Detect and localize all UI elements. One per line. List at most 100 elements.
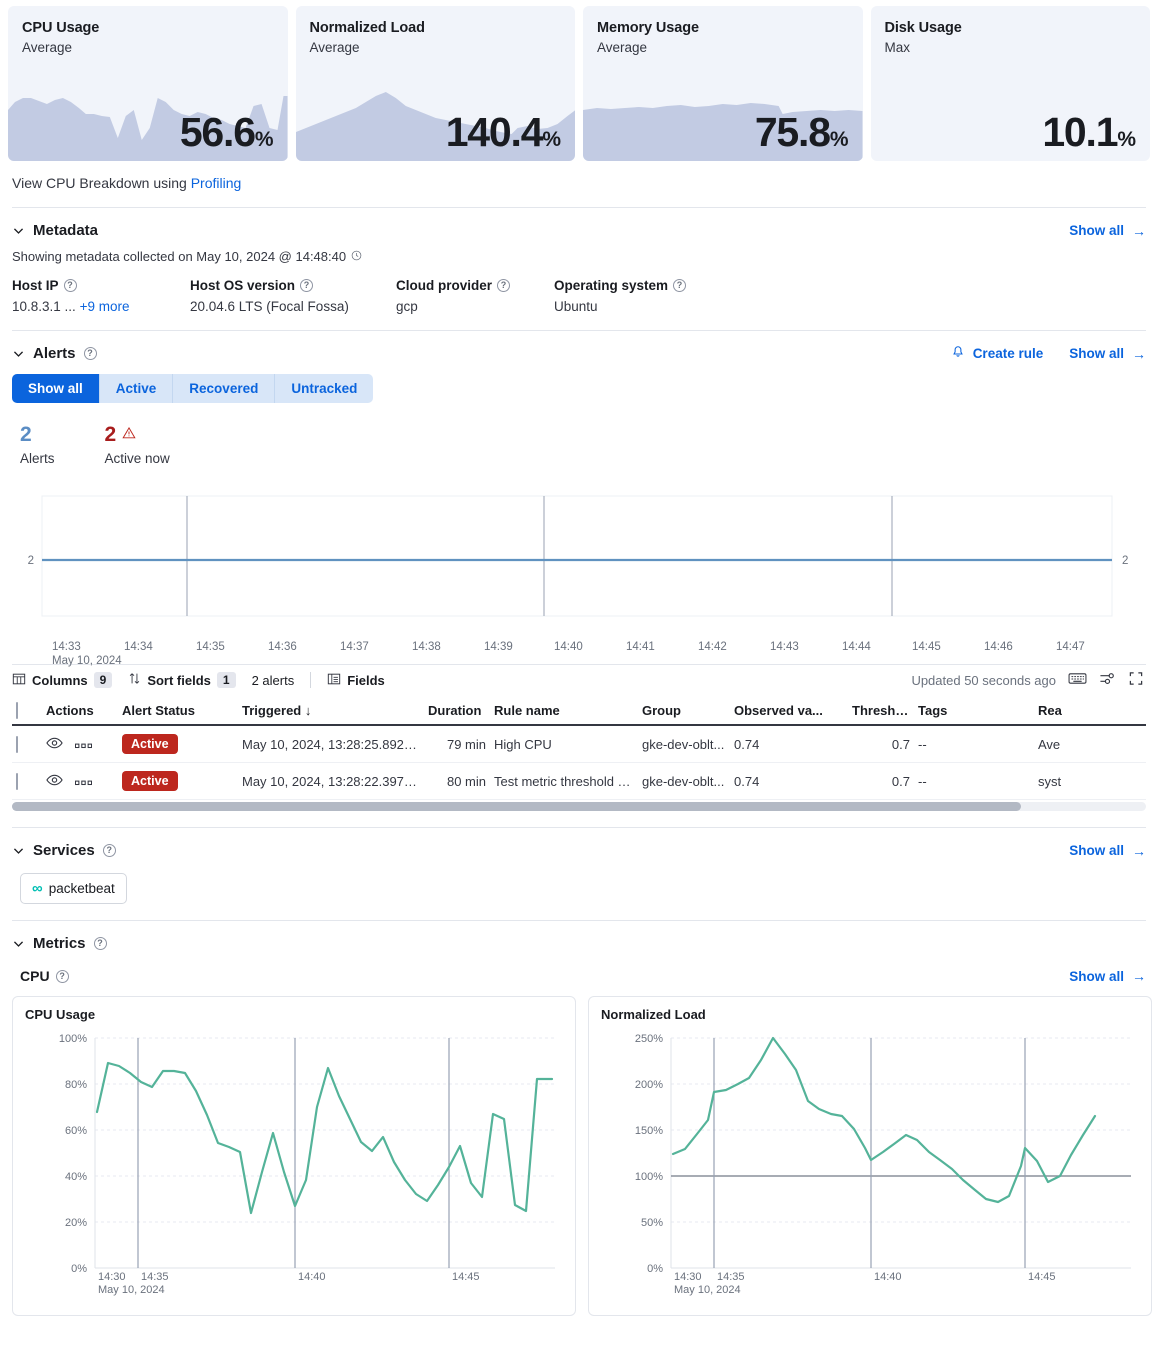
row-rule-name-cell: Test metric threshold rule	[490, 763, 638, 800]
header-actions[interactable]: Actions	[42, 697, 118, 725]
kpi-card-disk-usage[interactable]: Disk Usage Max 10.1%	[871, 6, 1151, 161]
x-axis-date-label: May 10, 2024	[674, 1284, 741, 1296]
x-tick: 14:45	[912, 641, 941, 653]
kpi-value: 140.4%	[446, 112, 561, 153]
svg-text:0%: 0%	[647, 1263, 663, 1275]
help-icon[interactable]: ?	[94, 937, 107, 950]
more-actions-icon[interactable]	[75, 737, 92, 752]
row-duration-cell: 80 min	[424, 763, 490, 800]
fullscreen-icon[interactable]	[1128, 671, 1146, 689]
kpi-title: CPU Usage	[8, 6, 288, 36]
table-row[interactable]: Active May 10, 2024, 13:28:22.397 (U 80 …	[12, 763, 1146, 800]
svg-text:0%: 0%	[71, 1263, 87, 1275]
service-chip-packetbeat[interactable]: ∞ packetbeat	[20, 873, 127, 904]
row-tags-cell: --	[914, 763, 1034, 800]
help-icon[interactable]: ?	[84, 347, 97, 360]
row-checkbox[interactable]	[16, 736, 18, 753]
row-checkbox[interactable]	[16, 773, 18, 790]
alerts-table-horizontal-scrollbar[interactable]	[12, 802, 1146, 811]
metadata-field-label: Host OS version	[190, 278, 295, 293]
row-observed-value-cell: 0.74	[730, 725, 848, 763]
select-all-checkbox[interactable]	[16, 702, 18, 719]
select-all-header	[12, 697, 42, 725]
table-row[interactable]: Active May 10, 2024, 13:28:25.892 (U 79 …	[12, 725, 1146, 763]
alerts-filter-tabs: Show all Active Recovered Untracked	[12, 374, 373, 403]
kpi-card-cpu-usage[interactable]: CPU Usage Average 56.6%	[8, 6, 288, 161]
header-observed-value[interactable]: Observed va...	[730, 697, 848, 725]
cpu-breakdown-note: View CPU Breakdown using Profiling	[0, 161, 1158, 191]
chart-card-cpu-usage[interactable]: CPU Usage 100% 80% 60% 40% 20% 0%	[12, 996, 576, 1316]
create-rule-button[interactable]: Create rule	[951, 345, 1044, 362]
help-icon[interactable]: ?	[64, 279, 77, 292]
services-section-header: Services ? Show all →	[0, 828, 1158, 859]
metadata-field-value: 10.8.3.1 ...	[12, 299, 76, 314]
metrics-show-all-label: Show all	[1069, 969, 1124, 984]
header-tags[interactable]: Tags	[914, 697, 1034, 725]
scrollbar-thumb[interactable]	[12, 802, 1021, 811]
help-icon[interactable]: ?	[673, 279, 686, 292]
kpi-subtitle: Average	[8, 36, 288, 55]
sort-fields-button[interactable]: Sort fields 1	[128, 672, 235, 688]
columns-button[interactable]: Columns 9	[12, 672, 112, 689]
more-actions-icon[interactable]	[75, 774, 92, 789]
metadata-section-header: Metadata Show all →	[0, 208, 1158, 239]
x-tick: 14:47	[1056, 641, 1085, 653]
profiling-link[interactable]: Profiling	[191, 175, 242, 191]
chevron-down-icon[interactable]	[12, 224, 25, 237]
chevron-down-icon[interactable]	[12, 844, 25, 857]
services-show-all-link[interactable]: Show all →	[1069, 843, 1146, 859]
tab-recovered[interactable]: Recovered	[173, 374, 275, 403]
x-tick: 14:33	[52, 641, 81, 653]
chevron-down-icon[interactable]	[12, 347, 25, 360]
fields-button[interactable]: Fields	[327, 672, 385, 689]
row-triggered-cell: May 10, 2024, 13:28:25.892 (U	[238, 725, 424, 763]
header-rule-name[interactable]: Rule name	[490, 697, 638, 725]
x-tick: 14:38	[412, 641, 441, 653]
alerts-timeline-chart[interactable]: 2 2 14:33 14:34 14:35 14:36 14:37 14:38 …	[12, 486, 1146, 656]
x-tick: 14:30	[98, 1271, 126, 1283]
metrics-cpu-show-all-link[interactable]: Show all →	[1069, 968, 1146, 984]
help-icon[interactable]: ?	[103, 844, 116, 857]
header-triggered[interactable]: Triggered ↓	[238, 697, 424, 725]
metadata-field-value: 20.04.6 LTS (Focal Fossa)	[190, 299, 368, 314]
alerts-show-all-link[interactable]: Show all →	[1069, 346, 1146, 362]
header-reason[interactable]: Rea	[1034, 697, 1146, 725]
bell-icon	[951, 345, 965, 362]
help-icon[interactable]: ?	[300, 279, 313, 292]
help-icon[interactable]: ?	[497, 279, 510, 292]
help-icon[interactable]: ?	[56, 970, 69, 983]
display-options-icon[interactable]	[1098, 671, 1116, 689]
x-tick: 14:35	[141, 1271, 169, 1283]
x-tick: 14:36	[268, 641, 297, 653]
tab-show-all[interactable]: Show all	[12, 374, 100, 403]
x-tick: 14:37	[340, 641, 369, 653]
kpi-title: Normalized Load	[296, 6, 576, 36]
metadata-show-all-link[interactable]: Show all →	[1069, 223, 1146, 239]
alerts-count-active-number: 2	[105, 423, 117, 446]
updated-timestamp: Updated 50 seconds ago	[911, 673, 1056, 688]
alerts-title: Alerts	[33, 345, 76, 362]
chevron-down-icon[interactable]	[12, 937, 25, 950]
host-ip-more-link[interactable]: +9 more	[80, 299, 130, 314]
sort-desc-icon: ↓	[305, 703, 312, 718]
header-threshold[interactable]: Threshold	[848, 697, 914, 725]
metadata-field-value: Ubuntu	[554, 299, 686, 314]
view-details-icon[interactable]	[46, 773, 63, 790]
kpi-subtitle: Average	[583, 36, 863, 55]
header-duration[interactable]: Duration	[424, 697, 490, 725]
kpi-card-memory-usage[interactable]: Memory Usage Average 75.8%	[583, 6, 863, 161]
metadata-note-text: Showing metadata collected on May 10, 20…	[12, 249, 346, 264]
tab-active[interactable]: Active	[100, 374, 174, 403]
chart-card-normalized-load[interactable]: Normalized Load 250% 200% 150% 100% 50% …	[588, 996, 1152, 1316]
tab-untracked[interactable]: Untracked	[275, 374, 373, 403]
row-triggered-cell: May 10, 2024, 13:28:22.397 (U	[238, 763, 424, 800]
header-alert-status[interactable]: Alert Status	[118, 697, 238, 725]
view-details-icon[interactable]	[46, 736, 63, 753]
svg-text:2: 2	[28, 555, 34, 567]
create-rule-label: Create rule	[973, 346, 1044, 361]
cpu-usage-chart-body: 100% 80% 60% 40% 20% 0%	[25, 1022, 563, 1310]
kpi-card-normalized-load[interactable]: Normalized Load Average 140.4%	[296, 6, 576, 161]
x-tick: 14:46	[984, 641, 1013, 653]
header-group[interactable]: Group	[638, 697, 730, 725]
keyboard-shortcuts-icon[interactable]	[1068, 671, 1086, 689]
